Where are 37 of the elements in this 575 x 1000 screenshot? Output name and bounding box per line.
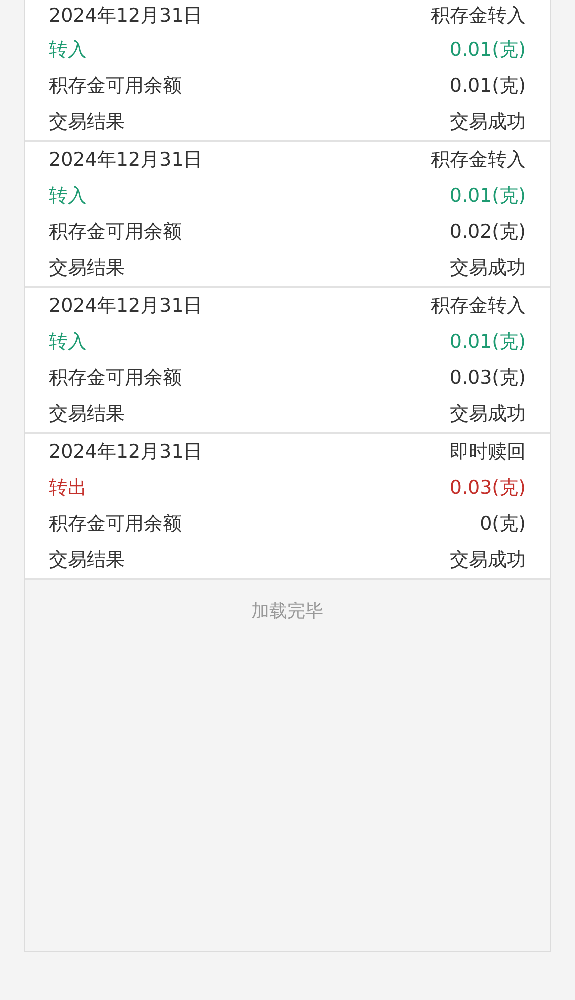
balance-value: 0(克)	[480, 512, 526, 537]
direction-text: 转入	[49, 330, 87, 355]
result-value: 交易成功	[450, 110, 526, 135]
transaction-card[interactable]: 2024年12月31日 即时赎回 转出 0.03(克) 积存金可用余额 0(克) 交易结果 交易成功	[25, 434, 550, 580]
amount-text: 0.01(克)	[450, 330, 526, 355]
direction-text: 转出	[49, 476, 87, 501]
type-text: 积存金转入	[431, 294, 526, 319]
type-text: 即时赎回	[450, 440, 526, 465]
result-label: 交易结果	[49, 402, 125, 427]
result-value: 交易成功	[450, 256, 526, 281]
balance-label: 积存金可用余额	[49, 220, 182, 245]
transaction-card[interactable]: 2024年12月31日 积存金转入 转入 0.01(克) 积存金可用余额 0.02(克) 交易结果 交易成功	[25, 142, 550, 288]
date-text: 2024年12月31日	[49, 148, 203, 173]
result-label: 交易结果	[49, 548, 125, 573]
date-text: 2024年12月31日	[49, 4, 203, 29]
type-text: 积存金转入	[431, 148, 526, 173]
balance-value: 0.03(克)	[450, 366, 526, 391]
amount-text: 0.01(克)	[450, 184, 526, 209]
balance-value: 0.02(克)	[450, 220, 526, 245]
result-value: 交易成功	[450, 548, 526, 573]
balance-label: 积存金可用余额	[49, 366, 182, 391]
amount-text: 0.01(克)	[450, 38, 526, 63]
date-text: 2024年12月31日	[49, 440, 203, 465]
result-value: 交易成功	[450, 402, 526, 427]
balance-label: 积存金可用余额	[49, 74, 182, 99]
type-text: 积存金转入	[431, 4, 526, 29]
result-label: 交易结果	[49, 256, 125, 281]
result-label: 交易结果	[49, 110, 125, 135]
amount-text: 0.03(克)	[450, 476, 526, 501]
end-of-list-text: 加载完毕	[250, 600, 324, 624]
direction-text: 转入	[49, 184, 87, 209]
transaction-card[interactable]: 2024年12月31日 积存金转入 转入 0.01(克) 积存金可用余额 0.03(克) 交易结果 交易成功	[25, 288, 550, 434]
balance-label: 积存金可用余额	[49, 512, 182, 537]
balance-value: 0.01(克)	[450, 74, 526, 99]
transaction-card[interactable]: 2024年12月31日 积存金转入 转入 0.01(克) 积存金可用余额 0.01(克) 交易结果 交易成功	[25, 0, 550, 142]
date-text: 2024年12月31日	[49, 294, 203, 319]
direction-text: 转入	[49, 38, 87, 63]
